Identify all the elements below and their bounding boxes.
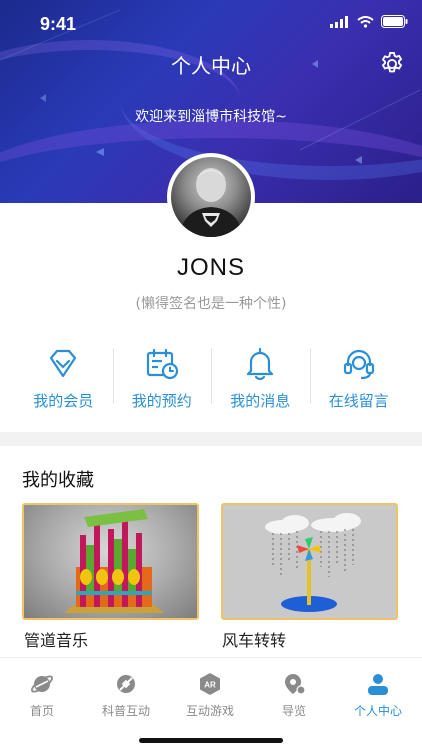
messages-button[interactable]: 我的消息 xyxy=(211,342,310,412)
tab-guide[interactable]: 导览 xyxy=(252,672,336,719)
satellite-icon xyxy=(117,675,135,693)
quick-actions: 我的会员 我的预约 我的消息 在线留言 xyxy=(14,342,408,412)
tab-interactive-games[interactable]: AR 互动游戏 xyxy=(168,672,252,719)
welcome-text: 欢迎来到淄博市科技馆~ xyxy=(135,109,287,125)
calendar-clock-icon xyxy=(146,348,178,380)
action-label: 我的预约 xyxy=(131,392,192,410)
bell-icon xyxy=(247,347,274,381)
online-message-button[interactable]: 在线留言 xyxy=(309,342,409,412)
tab-home[interactable]: 首页 xyxy=(0,672,84,719)
avatar-photo xyxy=(179,168,243,237)
planet-icon xyxy=(31,675,53,693)
favorites-title: 我的收藏 xyxy=(22,470,94,491)
avatar-image xyxy=(171,157,251,237)
status-icons xyxy=(330,15,408,28)
tab-profile[interactable]: 个人中心 xyxy=(336,672,420,719)
ar-icon: AR xyxy=(200,673,220,695)
gear-icon xyxy=(381,51,403,73)
battery-icon xyxy=(381,15,408,28)
status-time: 9:41 xyxy=(40,14,77,34)
reservation-button[interactable]: 我的预约 xyxy=(112,342,212,412)
map-pin-icon xyxy=(285,674,306,695)
pipe-music-image xyxy=(64,509,164,613)
tab-bar: 首页 科普互动 AR 互动游戏 导览 个人中心 xyxy=(0,657,422,750)
svg-text:AR: AR xyxy=(204,681,216,690)
windmill-image xyxy=(265,513,361,612)
signature[interactable]: (懒得签名也是一种个性) xyxy=(0,293,422,313)
tab-label: 个人中心 xyxy=(353,704,402,718)
action-label: 我的会员 xyxy=(33,392,94,410)
tab-label: 首页 xyxy=(29,704,54,718)
tab-science-interaction[interactable]: 科普互动 xyxy=(84,672,168,719)
tab-label: 导览 xyxy=(281,704,306,718)
page-title: 个人中心 xyxy=(171,54,251,78)
action-label: 我的消息 xyxy=(230,392,291,410)
tab-label: 互动游戏 xyxy=(185,704,234,718)
section-divider xyxy=(0,432,422,446)
signal-icon xyxy=(330,15,348,28)
diamond-icon xyxy=(50,349,77,378)
favorite-name: 风车转转 xyxy=(222,631,287,650)
username: JONS xyxy=(176,254,245,281)
headset-icon xyxy=(343,349,374,380)
membership-button[interactable]: 我的会员 xyxy=(14,342,113,412)
settings-button[interactable] xyxy=(378,50,406,78)
tab-label: 科普互动 xyxy=(101,704,150,718)
home-indicator xyxy=(139,738,283,743)
favorite-card-pipe-music[interactable] xyxy=(22,503,199,620)
wifi-icon xyxy=(357,15,374,28)
action-label: 在线留言 xyxy=(328,392,389,410)
avatar[interactable] xyxy=(167,153,255,241)
favorite-card-windmill[interactable] xyxy=(221,503,398,620)
status-bar: 9:41 xyxy=(0,0,422,46)
user-icon xyxy=(368,674,388,695)
favorite-name: 管道音乐 xyxy=(24,631,89,650)
